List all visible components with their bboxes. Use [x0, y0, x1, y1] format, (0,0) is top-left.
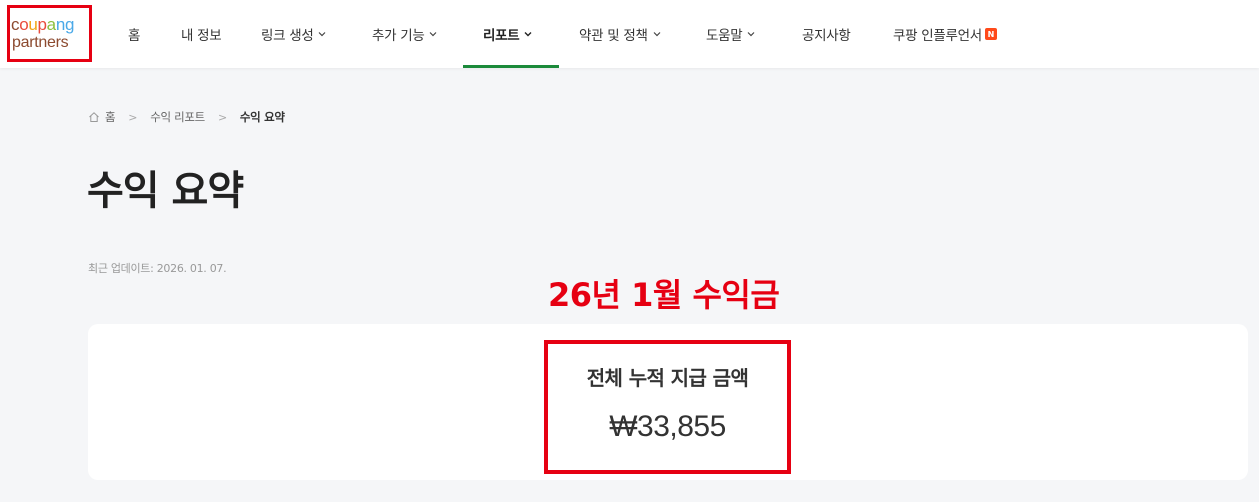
nav-item-label: 링크 생성 — [261, 28, 314, 44]
breadcrumb-revenue-report[interactable]: 수익 리포트 — [150, 109, 205, 125]
nav-item-label: 추가 기능 — [372, 28, 425, 44]
logo-letter: g — [64, 15, 75, 34]
nav-item-label: 리포트 — [483, 28, 520, 44]
nav-item-label: 공지사항 — [802, 28, 851, 44]
chevron-down-icon — [430, 32, 437, 37]
chevron-down-icon — [524, 32, 532, 37]
logo-letter: a — [46, 15, 56, 34]
logo-letter: n — [55, 15, 65, 34]
nav-item-extra-features[interactable]: 추가 기능 — [372, 0, 437, 68]
breadcrumb-home[interactable]: 홈 — [105, 109, 116, 125]
home-icon — [89, 112, 99, 122]
highlight-box — [544, 340, 791, 474]
nav-item-my-info[interactable]: 내 정보 — [181, 0, 222, 68]
page-title: 수익 요약 — [87, 168, 244, 214]
chevron-down-icon — [319, 32, 326, 37]
breadcrumb: 홈 > 수익 리포트 > 수익 요약 — [88, 108, 285, 126]
breadcrumb-current: 수익 요약 — [239, 110, 285, 124]
nav-item-label: 도움말 — [706, 28, 743, 44]
annotation-text: 26년 1월 수익금 — [548, 276, 780, 314]
logo-letter: c — [11, 15, 20, 34]
total-paid-label: 전체 누적 지급 금액 — [586, 366, 749, 390]
nav-item-label: 쿠팡 인플루언서 — [893, 28, 982, 44]
logo-partners-text: partners — [12, 34, 69, 51]
chevron-down-icon — [747, 32, 755, 37]
breadcrumb-separator-icon: > — [217, 110, 227, 124]
chevron-down-icon — [653, 32, 661, 37]
nav-item-link-creation[interactable]: 링크 생성 — [261, 0, 326, 68]
nav-item-home[interactable]: 홈 — [128, 0, 140, 68]
top-navigation-bar: coupang partners 홈 내 정보 링크 생성 추가 기능 리포트 … — [0, 0, 1259, 68]
nav-item-terms-policy[interactable]: 약관 및 정책 — [579, 0, 661, 68]
nav-item-label: 내 정보 — [181, 28, 222, 44]
new-badge: N — [984, 28, 997, 40]
coupang-partners-logo[interactable]: coupang partners — [7, 5, 92, 62]
nav-item-report[interactable]: 리포트 — [483, 0, 532, 68]
nav-item-help[interactable]: 도움말 — [706, 0, 755, 68]
nav-item-label: 홈 — [128, 28, 141, 44]
nav-item-label: 약관 및 정책 — [579, 28, 648, 44]
nav-item-coupang-influencer[interactable]: 쿠팡 인플루언서 N — [893, 0, 997, 68]
active-tab-underline — [463, 65, 559, 68]
nav-item-notices[interactable]: 공지사항 — [802, 0, 851, 68]
logo-coupang-text: coupang — [11, 15, 74, 35]
logo-letter: u — [28, 15, 38, 34]
logo-letter: p — [37, 15, 47, 34]
last-updated-text: 최근 업데이트: 2026. 01. 07. — [88, 262, 227, 275]
total-paid-amount: ₩33,855 — [609, 410, 726, 443]
logo-letter: o — [19, 15, 29, 34]
breadcrumb-separator-icon: > — [128, 110, 138, 124]
